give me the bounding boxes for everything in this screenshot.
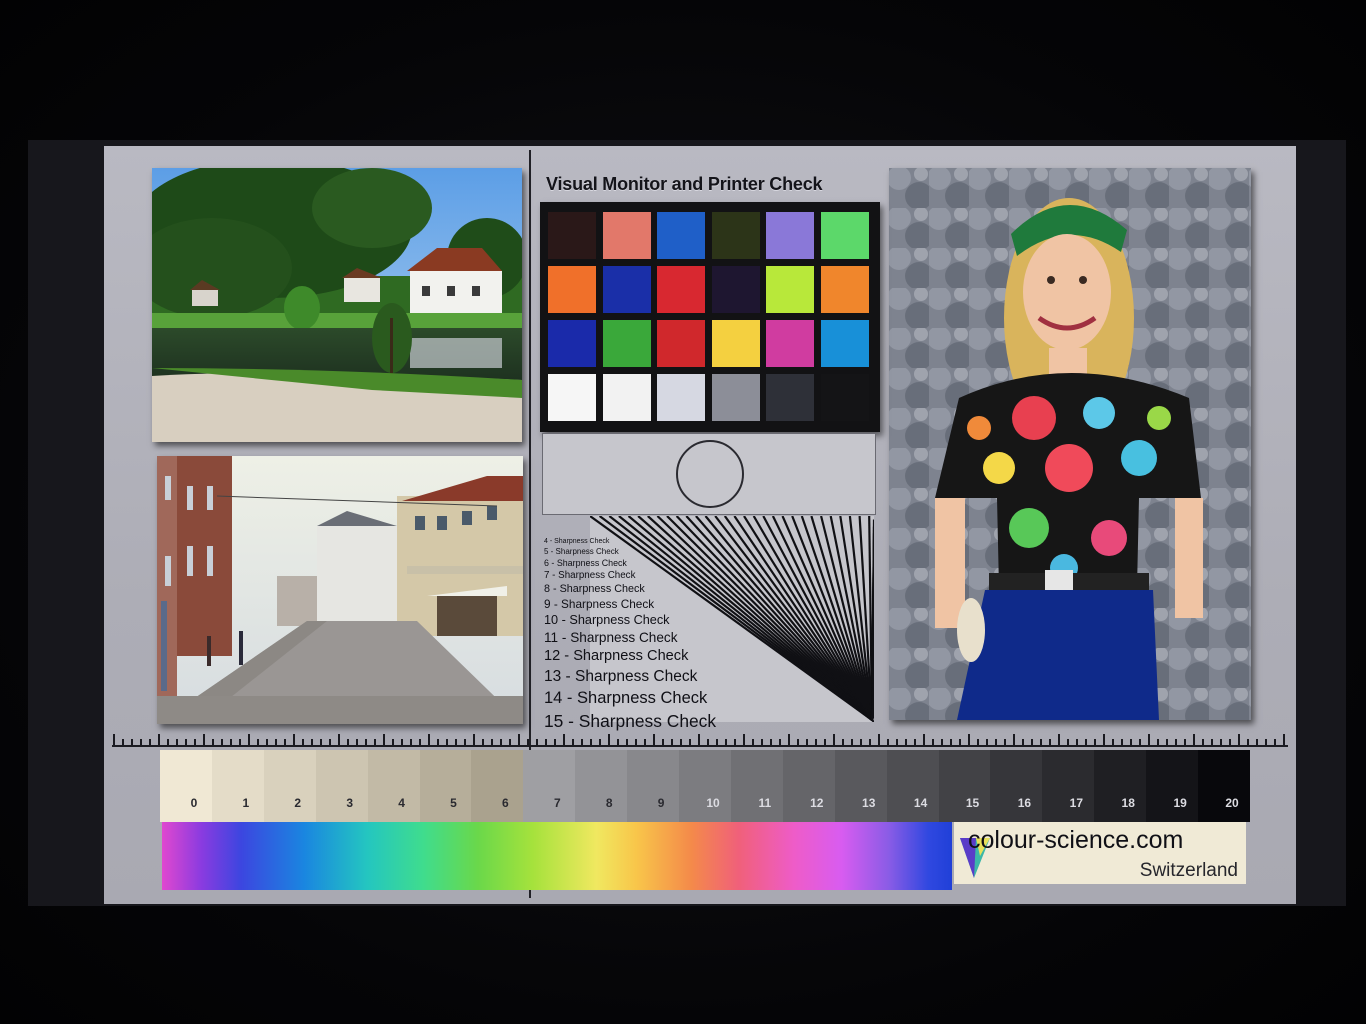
- gray-step-label: 11: [758, 796, 772, 810]
- gray-step-label: 19: [1173, 796, 1187, 810]
- street-photo: [157, 456, 523, 724]
- sharpness-item: 4 - Sharpness Check: [544, 538, 610, 545]
- logo-country-text: Switzerland: [1139, 860, 1238, 881]
- colour-science-logo: colour-science.com Switzerland: [954, 822, 1246, 884]
- color-patch: [711, 374, 760, 421]
- color-checker: [540, 202, 880, 432]
- gray-step-label: 7: [553, 796, 561, 810]
- sharpness-item: 11 - Sharpness Check: [544, 629, 678, 645]
- sharpness-item: 15 - Sharpness Check: [544, 710, 717, 731]
- gray-step-label: 17: [1069, 796, 1083, 810]
- street-image: [157, 456, 523, 724]
- gray-step-label: 15: [965, 796, 980, 810]
- sharpness-item: 9 - Sharpness Check: [544, 597, 655, 611]
- color-patch: [766, 374, 814, 421]
- chart-title: Visual Monitor and Printer Check: [546, 174, 823, 194]
- sharpness-item: 14 - Sharpness Check: [544, 688, 708, 707]
- gray-step: [419, 750, 472, 822]
- sharpness-item: 10 - Sharpness Check: [544, 612, 670, 627]
- gray-step-label: 4: [398, 796, 405, 810]
- gray-step: [730, 750, 784, 822]
- gray-step: [886, 750, 940, 822]
- circle-test-icon: [676, 440, 744, 508]
- color-patch: [766, 212, 814, 259]
- lake-village-photo: [152, 168, 522, 442]
- color-patch: [820, 320, 869, 367]
- gray-step-label: 18: [1121, 796, 1135, 810]
- gray-step: [1042, 750, 1095, 822]
- color-patch: [602, 374, 651, 421]
- color-patch: [711, 266, 760, 313]
- gray-step: [1146, 750, 1199, 822]
- gray-step: [1094, 750, 1147, 822]
- color-patch: [548, 266, 596, 313]
- sharpness-item: 8 - Sharpness Check: [544, 582, 645, 595]
- color-patch: [766, 320, 814, 367]
- color-patch: [548, 374, 596, 421]
- color-patch: [657, 212, 705, 259]
- portrait-image: [889, 168, 1251, 720]
- color-patch: [657, 266, 705, 313]
- horizontal-divider: [112, 745, 1288, 747]
- gray-step-label: 13: [862, 796, 876, 810]
- circle-test-box: [542, 433, 876, 515]
- gray-step: [1198, 750, 1251, 822]
- gray-step-label: 14: [913, 796, 928, 810]
- lake-village-image: [152, 168, 522, 442]
- gray-step-label: 2: [294, 796, 302, 810]
- portrait-photo: [889, 168, 1251, 720]
- color-patch: [657, 374, 705, 421]
- gray-step: [990, 750, 1043, 822]
- sharpness-item: 5 - Sharpness Check: [544, 547, 619, 557]
- gray-step-label: 16: [1017, 796, 1032, 810]
- gray-step: [263, 750, 317, 822]
- color-patch: [602, 266, 651, 313]
- gray-step-label: 6: [502, 796, 509, 810]
- gray-step-label: 10: [706, 796, 720, 810]
- color-patch: [766, 266, 814, 313]
- gray-step: [834, 750, 888, 822]
- gray-step-label: 8: [605, 796, 613, 810]
- gray-step: [211, 750, 265, 822]
- color-patch: [820, 266, 869, 313]
- sharpness-item: 12 - Sharpness Check: [544, 648, 689, 664]
- gray-step-label: 3: [346, 796, 353, 810]
- gray-step: [367, 750, 420, 822]
- color-patch: [548, 212, 596, 259]
- sharpness-item: 13 - Sharpness Check: [544, 667, 698, 685]
- color-patch: [711, 212, 760, 259]
- gray-step: [315, 750, 369, 822]
- gray-step: [938, 750, 991, 822]
- gray-scale-strip: [160, 750, 1251, 822]
- color-patch: [657, 320, 705, 367]
- color-spectrum-bar: [162, 822, 952, 890]
- gray-step-label: 1: [242, 796, 250, 810]
- color-patch: [602, 212, 651, 259]
- sharpness-list: 4 - Sharpness Check 5 - Sharpness Check 6 …: [542, 518, 872, 731]
- gray-step: [627, 750, 680, 822]
- color-patch: [602, 320, 651, 367]
- gray-step: [575, 750, 628, 822]
- gray-step-label: 5: [450, 796, 457, 810]
- sharpness-item: 6 - Sharpness Check: [544, 557, 627, 568]
- gray-step: [679, 750, 732, 822]
- color-patch: [820, 212, 869, 259]
- gray-step-label: 12: [810, 796, 824, 810]
- gray-step-label: 0: [190, 796, 198, 810]
- gray-step: [160, 750, 213, 822]
- color-patch: [548, 320, 596, 367]
- gray-step: [523, 750, 576, 822]
- ruler-ticks: [113, 734, 1285, 746]
- logo-site-text: colour-science.com: [968, 826, 1184, 854]
- gray-step: [782, 750, 836, 822]
- sharpness-item: 7 - Sharpness Check: [544, 569, 636, 581]
- gray-step-label: 20: [1225, 796, 1239, 810]
- color-patch: [820, 374, 869, 421]
- gray-step-label: 9: [657, 796, 665, 810]
- color-patch: [711, 320, 760, 367]
- gray-step: [471, 750, 524, 822]
